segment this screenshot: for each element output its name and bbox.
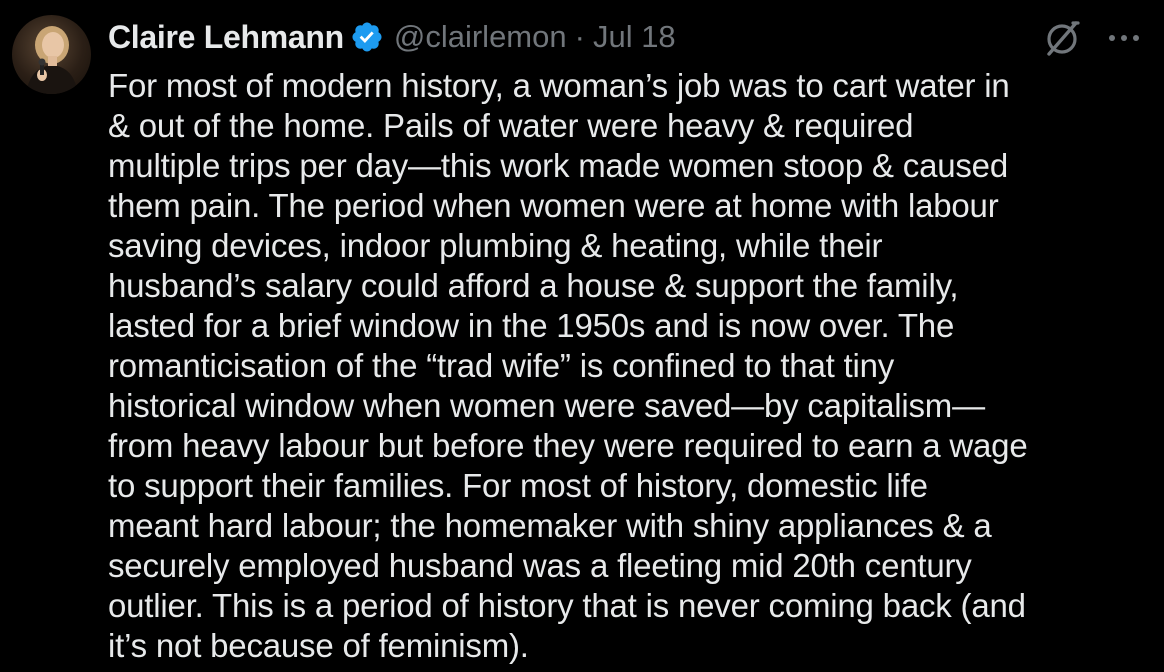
tweet-text-line: them pain. The period when women were at… <box>108 187 999 224</box>
more-icon[interactable] <box>1104 18 1144 58</box>
tweet-text-line: lasted for a brief window in the 1950s a… <box>108 307 955 344</box>
tweet-text: For most of modern history, a woman’s jo… <box>108 66 1158 666</box>
tweet-text-line: romanticisation of the “trad wife” is co… <box>108 347 895 384</box>
tweet-text-line: it’s not because of feminism). <box>108 627 529 664</box>
author-name[interactable]: Claire Lehmann <box>108 19 344 56</box>
tweet-text-line: saving devices, indoor plumbing & heatin… <box>108 227 883 264</box>
tweet-text-line: securely employed husband was a fleeting… <box>108 547 972 584</box>
tweet-text-line: multiple trips per day—this work made wo… <box>108 147 1008 184</box>
grok-icon[interactable] <box>1042 18 1082 58</box>
tweet-text-line: & out of the home. Pails of water were h… <box>108 107 914 144</box>
avatar-image <box>26 26 78 94</box>
tweet-text-line: meant hard labour; the homemaker with sh… <box>108 507 992 544</box>
tweet-text-line: historical window when women were saved—… <box>108 387 985 424</box>
tweet: Claire Lehmann @clairlemon · Jul 18 For … <box>0 0 1164 672</box>
header-separator: · <box>574 19 585 54</box>
verified-badge-icon <box>350 20 384 54</box>
tweet-header: Claire Lehmann @clairlemon · Jul 18 <box>108 17 676 57</box>
tweet-text-line: husband’s salary could afford a house & … <box>108 267 959 304</box>
author-handle[interactable]: @clairlemon <box>394 19 567 55</box>
avatar[interactable] <box>12 15 91 94</box>
tweet-text-line: to support their families. For most of h… <box>108 467 928 504</box>
tweet-text-line: outlier. This is a period of history tha… <box>108 587 1026 624</box>
tweet-text-line: For most of modern history, a woman’s jo… <box>108 67 1010 104</box>
tweet-text-line: from heavy labour but before they were r… <box>108 427 1028 464</box>
tweet-date[interactable]: Jul 18 <box>593 19 676 55</box>
tweet-actions <box>1042 18 1144 58</box>
